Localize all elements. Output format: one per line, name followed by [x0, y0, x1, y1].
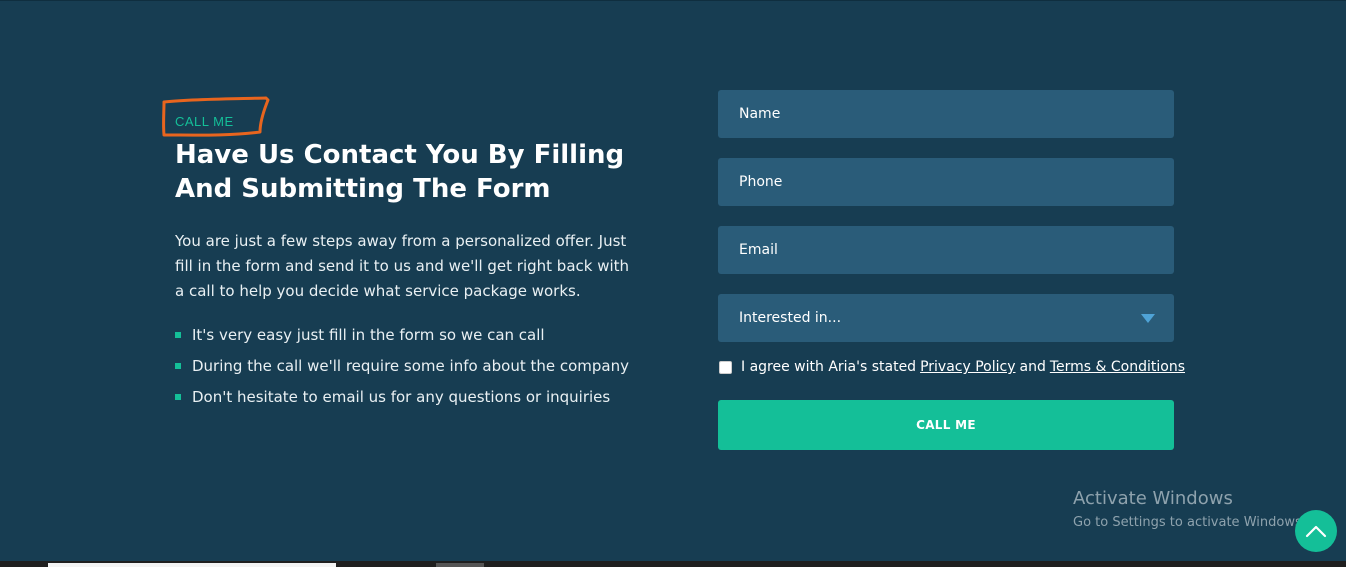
chevron-up-icon	[1305, 525, 1327, 538]
name-input[interactable]	[718, 90, 1174, 138]
privacy-policy-link[interactable]: Privacy Policy	[920, 359, 1015, 375]
list-item: During the call we'll require some info …	[175, 350, 629, 381]
agree-checkbox[interactable]	[719, 360, 732, 374]
windows-activation-watermark: Activate Windows Go to Settings to activ…	[1073, 488, 1306, 532]
list-item-text: During the call we'll require some info …	[192, 356, 629, 375]
list-item: It's very easy just fill in the form so …	[175, 319, 629, 350]
next-section-edge-dark	[436, 563, 484, 567]
phone-input[interactable]	[718, 158, 1174, 206]
list-item-text: It's very easy just fill in the form so …	[192, 325, 545, 344]
contact-form: Interested in... I agree with Aria's sta…	[718, 90, 1185, 450]
section-heading: Have Us Contact You By Filling And Submi…	[175, 140, 625, 204]
list-item: Don't hesitate to email us for any quest…	[175, 381, 629, 412]
square-bullet-icon	[175, 393, 181, 400]
agree-row: I agree with Aria's stated Privacy Polic…	[718, 358, 1185, 376]
call-me-button[interactable]: CALL ME	[718, 400, 1174, 450]
intro-paragraph: You are just a few steps away from a per…	[175, 232, 630, 300]
caret-down-icon	[1141, 314, 1155, 323]
interest-select-value: Interested in...	[739, 310, 842, 326]
square-bullet-icon	[175, 362, 181, 369]
eyebrow-label: CALL ME	[175, 114, 234, 129]
square-bullet-icon	[175, 331, 181, 338]
scroll-to-top-button[interactable]	[1295, 510, 1337, 552]
eyebrow-annotation: CALL ME	[160, 96, 270, 138]
feature-list: It's very easy just fill in the form so …	[175, 319, 629, 412]
terms-link[interactable]: Terms & Conditions	[1050, 359, 1185, 375]
list-item-text: Don't hesitate to email us for any quest…	[192, 387, 611, 406]
interest-select[interactable]: Interested in...	[718, 294, 1174, 342]
watermark-subtitle: Go to Settings to activate Windows.	[1073, 515, 1306, 530]
and-text: and	[1019, 359, 1046, 375]
agree-text: I agree with Aria's stated	[741, 359, 917, 375]
next-section-edge	[48, 563, 336, 567]
contact-section: CALL ME Have Us Contact You By Filling A…	[0, 0, 1346, 561]
watermark-title: Activate Windows	[1073, 488, 1233, 509]
email-input[interactable]	[718, 226, 1174, 274]
